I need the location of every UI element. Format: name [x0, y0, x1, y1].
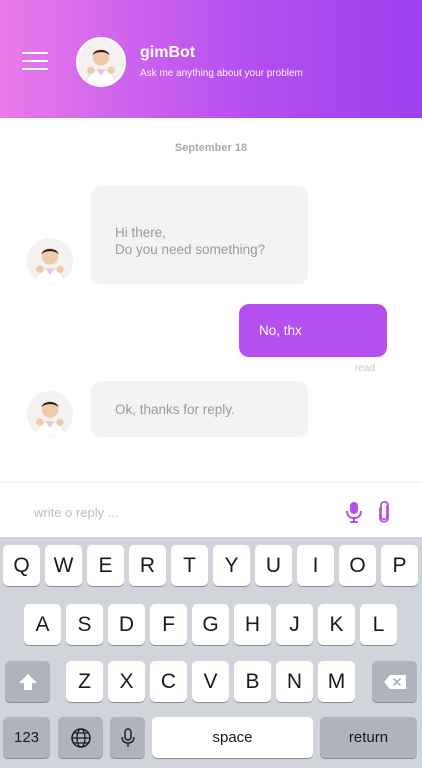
microphone-icon[interactable]	[345, 501, 363, 523]
message-line: Do you need something?	[115, 242, 266, 257]
key-q[interactable]: Q	[3, 545, 40, 586]
bot-name: gimBot	[140, 44, 196, 61]
numbers-key[interactable]: 123	[3, 717, 50, 758]
key-x[interactable]: X	[108, 661, 145, 702]
backspace-key[interactable]	[372, 661, 417, 702]
bot-message-avatar	[27, 391, 73, 437]
globe-key[interactable]	[58, 717, 103, 758]
message-text: No, thx	[259, 323, 302, 338]
key-y[interactable]: Y	[213, 545, 250, 586]
key-e[interactable]: E	[87, 545, 124, 586]
user-message-bubble: No, thx	[239, 304, 387, 357]
key-z[interactable]: Z	[66, 661, 103, 702]
key-w[interactable]: W	[45, 545, 82, 586]
key-t[interactable]: T	[171, 545, 208, 586]
key-p[interactable]: P	[381, 545, 418, 586]
key-i[interactable]: I	[297, 545, 334, 586]
key-f[interactable]: F	[150, 604, 187, 645]
keyboard: Q W E R T Y U I O P A S D F G H J K L Z …	[0, 537, 422, 768]
key-k[interactable]: K	[318, 604, 355, 645]
key-g[interactable]: G	[192, 604, 229, 645]
hamburger-menu-icon[interactable]	[22, 52, 48, 72]
globe-icon	[70, 727, 91, 748]
key-j[interactable]: J	[276, 604, 313, 645]
bot-message-avatar	[27, 238, 73, 284]
key-o[interactable]: O	[339, 545, 376, 586]
bot-message-bubble: Hi there, Do you need something?	[91, 186, 308, 284]
chat-header: gimBot Ask me anything about your proble…	[0, 0, 422, 118]
bot-subtitle: Ask me anything about your problem	[140, 68, 303, 79]
bot-avatar	[76, 37, 126, 87]
message-text: Ok, thanks for reply.	[115, 401, 235, 417]
shift-key[interactable]	[5, 661, 50, 702]
space-key[interactable]: space	[152, 717, 313, 758]
message-line: Hi there,	[115, 225, 167, 240]
key-c[interactable]: C	[150, 661, 187, 702]
key-m[interactable]: M	[318, 661, 355, 702]
dictation-key[interactable]	[110, 717, 145, 758]
key-s[interactable]: S	[66, 604, 103, 645]
shift-icon	[18, 673, 37, 690]
key-h[interactable]: H	[234, 604, 271, 645]
return-key[interactable]: return	[320, 717, 417, 758]
key-l[interactable]: L	[360, 604, 397, 645]
key-n[interactable]: N	[276, 661, 313, 702]
key-r[interactable]: R	[129, 545, 166, 586]
date-separator: September 18	[174, 142, 248, 154]
read-receipt: read	[355, 363, 376, 374]
key-b[interactable]: B	[234, 661, 271, 702]
paperclip-icon[interactable]	[377, 500, 391, 524]
key-d[interactable]: D	[108, 604, 145, 645]
reply-bar	[0, 482, 422, 537]
key-v[interactable]: V	[192, 661, 229, 702]
backspace-icon	[383, 674, 406, 689]
key-u[interactable]: U	[255, 545, 292, 586]
reply-input[interactable]	[34, 502, 304, 522]
key-a[interactable]: A	[24, 604, 61, 645]
microphone-icon	[120, 727, 135, 747]
bot-message-bubble: Ok, thanks for reply.	[91, 381, 308, 437]
